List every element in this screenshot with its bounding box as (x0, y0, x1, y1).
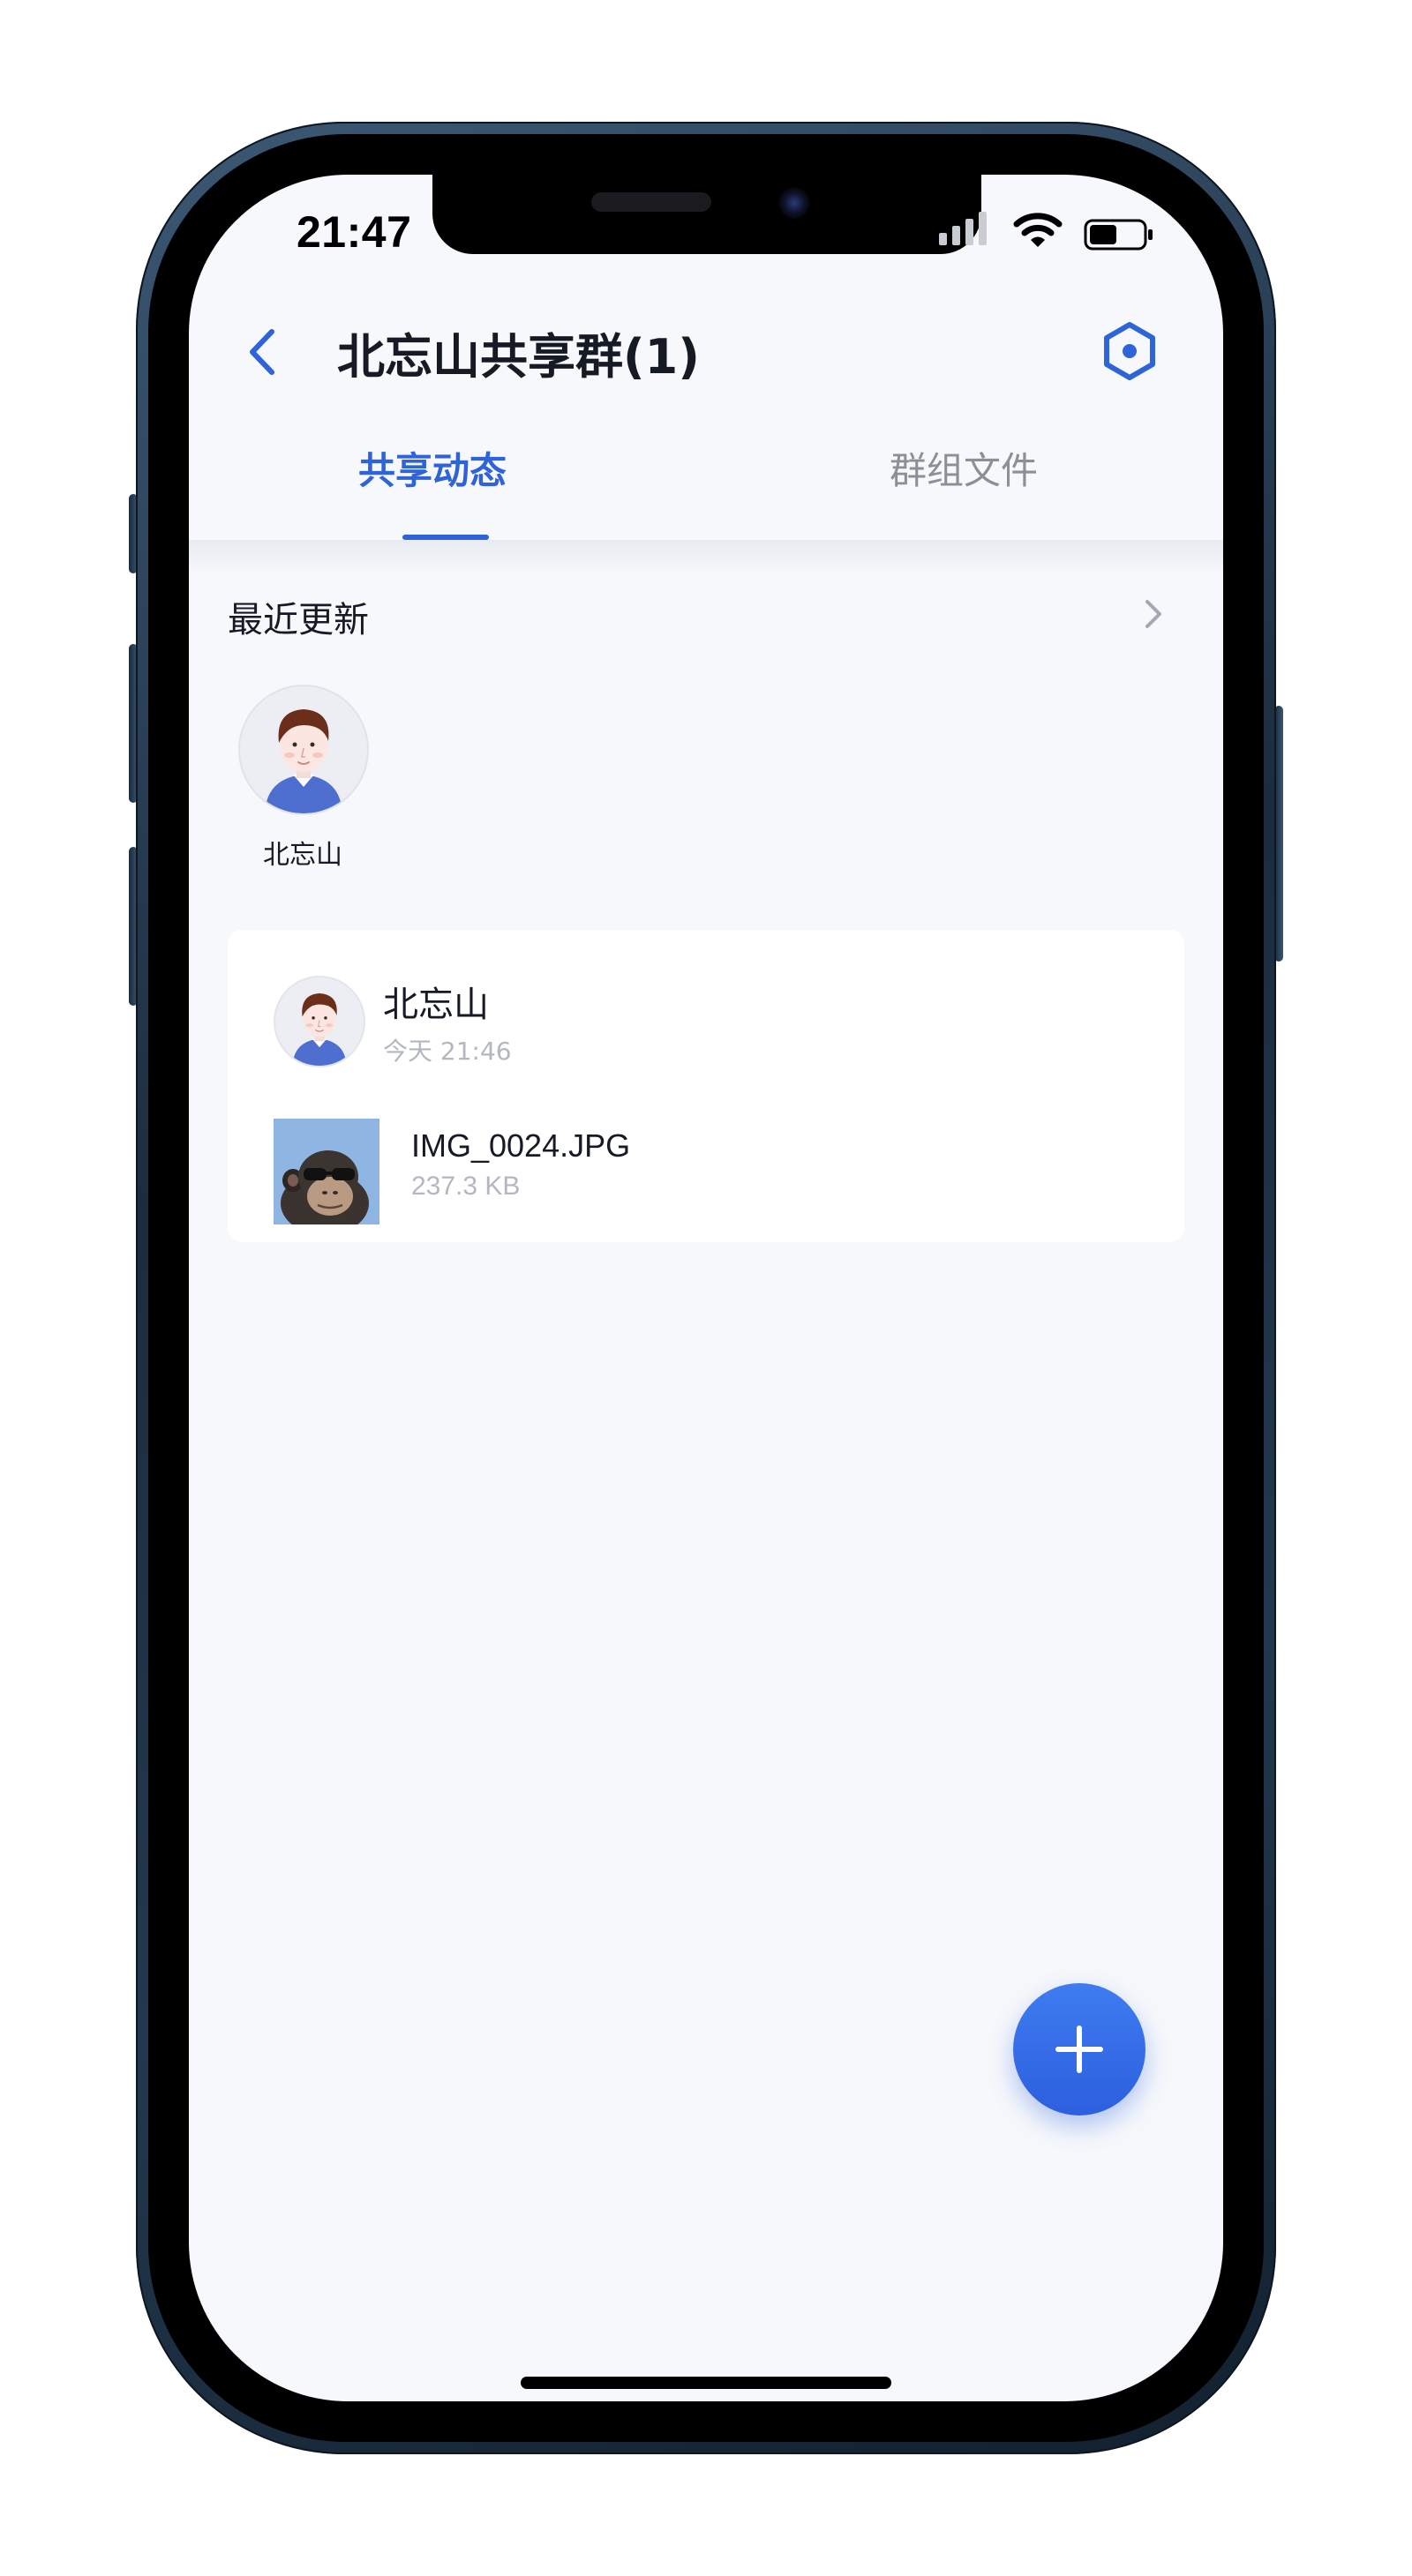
front-camera (778, 187, 810, 219)
person-avatar-icon (265, 709, 342, 813)
tab-shared-activity[interactable]: 共享动态 (358, 441, 507, 495)
tabs-divider-shadow (189, 540, 1223, 575)
add-button[interactable] (1013, 1983, 1145, 2115)
recent-updates-more-icon[interactable] (1140, 595, 1167, 633)
image-file-thumbnail[interactable] (274, 1119, 379, 1224)
recent-member-avatar[interactable] (238, 685, 369, 815)
group-settings-icon[interactable] (1098, 319, 1161, 383)
person-avatar-icon (292, 993, 347, 1066)
status-time: 21:47 (297, 207, 412, 257)
tab-group-files[interactable]: 群组文件 (890, 441, 1038, 495)
cellular-signal-icon (939, 212, 987, 245)
file-size: 237.3 KB (411, 1172, 521, 1201)
activity-card[interactable]: 北忘山 今天 21:46 IMG_0024.JPG 237.3 KB (228, 930, 1184, 1242)
app-screen: 21:47 北忘山共享群(1) 共享动态 群组文件 最近更新 北忘山 北忘山 今… (189, 175, 1223, 2401)
notch (432, 175, 981, 254)
page-title: 北忘山共享群(1) (337, 329, 700, 385)
poster-name: 北忘山 (383, 985, 489, 1025)
earpiece-speaker (591, 192, 711, 212)
recent-updates-title: 最近更新 (228, 600, 369, 640)
ape-photo-icon (274, 1119, 379, 1224)
recent-member-name: 北忘山 (263, 840, 342, 871)
battery-icon (1084, 219, 1153, 251)
poster-avatar[interactable] (274, 976, 365, 1067)
wifi-icon (1013, 213, 1063, 247)
post-timestamp: 今天 21:46 (383, 1037, 512, 1066)
stage: 21:47 北忘山共享群(1) 共享动态 群组文件 最近更新 北忘山 北忘山 今… (0, 0, 1412, 2576)
home-indicator[interactable] (521, 2377, 891, 2389)
back-chevron-icon[interactable] (238, 321, 288, 383)
file-name[interactable]: IMG_0024.JPG (411, 1127, 630, 1164)
plus-icon (1055, 2026, 1103, 2073)
